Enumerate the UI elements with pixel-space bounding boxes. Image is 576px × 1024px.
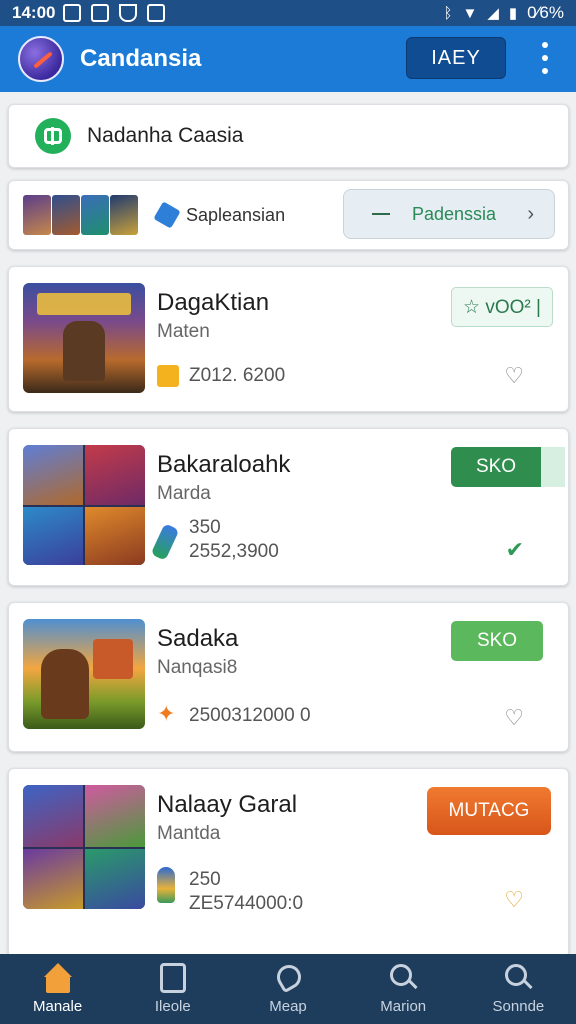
- game-stat: 350: [189, 517, 221, 538]
- nav-label: Marion: [380, 998, 427, 1015]
- notification-icon: [63, 4, 82, 22]
- game-stat: ZE5744000:0: [189, 893, 304, 914]
- game-action-button[interactable]: MUTACG: [427, 787, 551, 835]
- plus-box-icon: [35, 118, 71, 154]
- lightbulb-icon: [157, 867, 175, 903]
- game-artwork: [23, 283, 145, 393]
- nav-label: Manale: [33, 998, 83, 1015]
- game-action-button[interactable]: SKO: [451, 447, 541, 487]
- search-icon: [503, 963, 534, 993]
- thumbnail-image: [52, 195, 80, 235]
- game-subtitle: Mantda: [157, 823, 221, 844]
- game-card[interactable]: Nalaay Garal Mantda 250 ZE5744000:0 MUTA…: [8, 768, 569, 958]
- coin-icon: [157, 365, 179, 387]
- bluetooth-icon: ᛒ: [443, 4, 453, 22]
- game-subtitle: Nanqasi8: [157, 657, 238, 678]
- nav-item-home[interactable]: Manale: [0, 954, 115, 1024]
- game-subtitle: Marda: [157, 483, 211, 504]
- nav-label: Ileole: [154, 998, 191, 1015]
- nav-label: Meap: [269, 998, 307, 1015]
- game-stat: 2552,3900: [189, 541, 279, 562]
- game-artwork: [23, 785, 145, 909]
- home-icon: [43, 963, 73, 993]
- thumbnail-image: [110, 195, 138, 235]
- game-title: Bakaraloahk: [157, 451, 291, 478]
- app-bar: Candansia IAEY: [0, 26, 576, 92]
- game-card[interactable]: Bakaraloahk Marda 350 2552,3900 SKO ✔: [8, 428, 569, 586]
- search-icon: [388, 963, 418, 993]
- game-stat: 2500312000 0: [189, 705, 311, 726]
- nav-item-search-2[interactable]: Sonnde: [461, 954, 576, 1024]
- status-bar: 14:00 ᛒ ▼ ◢ ▮ 0⁄6%: [0, 0, 576, 26]
- check-icon[interactable]: ✔: [506, 537, 524, 563]
- nav-item-search[interactable]: Marion: [346, 954, 461, 1024]
- thumbnail-strip[interactable]: [23, 195, 138, 235]
- heart-outline-icon[interactable]: ♡: [504, 887, 524, 913]
- potion-icon: [150, 523, 180, 561]
- search-text: Nadanha Caasia: [87, 124, 244, 147]
- filter-label: Sapleansian: [186, 205, 286, 225]
- nav-item-tablet[interactable]: Ileole: [115, 954, 230, 1024]
- cube-icon: [153, 201, 181, 229]
- game-title: DagaKtian: [157, 289, 270, 316]
- heart-outline-icon[interactable]: ♡: [504, 363, 524, 389]
- nav-label: Sonnde: [492, 998, 545, 1015]
- status-time: 14:00: [12, 3, 56, 22]
- game-subtitle: Maten: [157, 321, 210, 342]
- more-vert-icon[interactable]: [538, 42, 552, 74]
- gallery-icon: [147, 4, 166, 22]
- chevron-right-icon: ›: [527, 202, 534, 225]
- shield-icon: [119, 4, 138, 22]
- signal-icon: ◢: [487, 5, 499, 22]
- flame-icon: ✦: [157, 701, 176, 726]
- game-card[interactable]: Sadaka Nanqasi8 ✦ 2500312000 0 SKO ♡: [8, 602, 569, 752]
- filter-button[interactable]: Padenssia ›: [343, 189, 555, 239]
- compass-logo-icon[interactable]: [18, 36, 64, 82]
- game-stat: Z012. 6200: [189, 365, 286, 386]
- nav-item-map[interactable]: Meap: [230, 954, 345, 1024]
- filter-card: Sapleansian Padenssia ›: [8, 180, 569, 250]
- filter-button-label: Padenssia: [412, 203, 497, 224]
- game-artwork: [23, 619, 145, 729]
- app-title: Candansia: [80, 45, 202, 72]
- game-card[interactable]: DagaKtian Maten Z012. 6200 ☆ ᴠOO² | ♡: [8, 266, 569, 412]
- game-stat: 250: [189, 869, 221, 890]
- bottom-navigation: Manale Ileole Meap Marion Sonnde: [0, 954, 576, 1024]
- game-action-button[interactable]: SKO: [451, 621, 543, 661]
- settings-icon: [91, 4, 110, 22]
- tablet-icon: [158, 963, 188, 993]
- thumbnail-image: [23, 195, 51, 235]
- battery-icon: ▮: [508, 5, 518, 22]
- battery-percent: 0⁄6%: [527, 3, 564, 22]
- wifi-icon: ▼: [462, 4, 478, 22]
- search-bar[interactable]: Nadanha Caasia: [8, 104, 569, 168]
- map-icon: [272, 960, 306, 994]
- app-action-button[interactable]: IAEY: [406, 37, 506, 79]
- thumbnail-image: [81, 195, 109, 235]
- game-artwork: [23, 445, 145, 565]
- dash-icon: [372, 213, 390, 215]
- game-action-button[interactable]: ☆ ᴠOO² |: [451, 287, 553, 327]
- heart-outline-icon[interactable]: ♡: [504, 705, 524, 731]
- game-title: Nalaay Garal: [157, 791, 298, 818]
- game-title: Sadaka: [157, 625, 239, 652]
